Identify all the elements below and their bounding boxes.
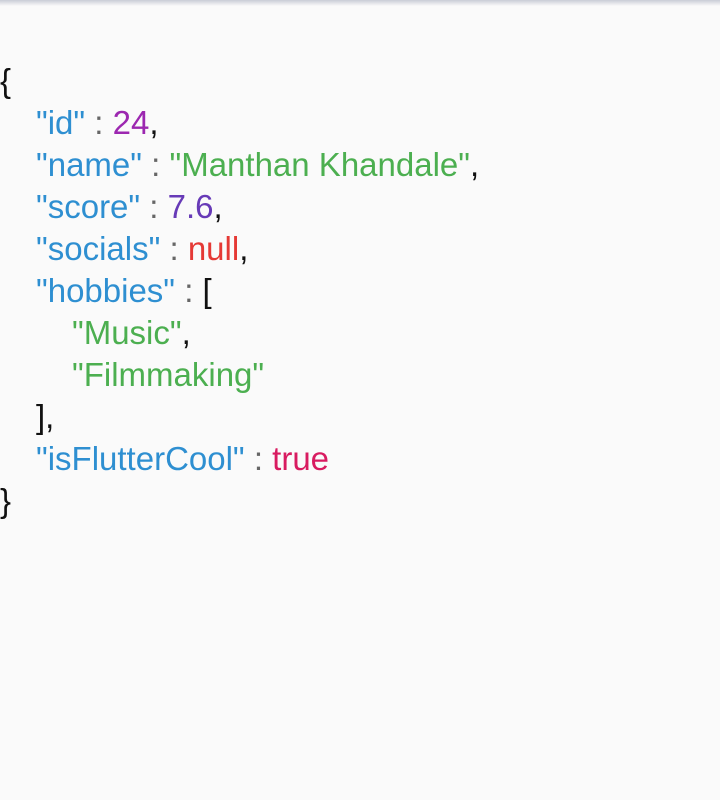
open-bracket: [ [202,272,212,309]
json-comma: , [239,230,249,267]
json-value-int: 24 [112,104,150,141]
json-value-string: "Music" [72,314,182,351]
json-comma: , [469,146,480,183]
json-key: "socials" [36,230,161,267]
json-comma: , [213,188,223,225]
json-value-bool: true [272,440,330,477]
close-bracket: ], [36,398,55,435]
json-separator: : [85,104,113,141]
json-line-open: { [0,60,720,102]
json-entry-socials: "socials" : null, [0,228,720,270]
json-array-close: ], [0,396,720,438]
json-comma: , [181,314,191,351]
json-array-item: "Filmmaking" [0,354,720,396]
json-value-null: null [187,230,240,267]
json-separator: : [160,230,188,267]
json-value-double: 7.6 [167,188,214,225]
json-separator: : [244,440,273,477]
json-entry-hobbies: "hobbies" : [ [0,270,720,312]
json-separator: : [141,146,170,183]
json-key: "id" [36,104,86,141]
json-separator: : [140,188,168,225]
json-key: "name" [36,146,142,183]
json-entry-id: "id" : 24, [0,102,720,144]
json-separator: : [175,272,203,309]
json-value-string: "Filmmaking" [72,356,265,393]
json-key: "isFlutterCool" [36,440,245,477]
json-line-close: } [0,480,720,522]
json-array-item: "Music", [0,312,720,354]
app-bar-shadow [0,0,720,6]
json-entry-isfluttercool: "isFlutterCool" : true [0,438,720,480]
json-entry-name: "name" : "Manthan Khandale", [0,144,720,186]
open-brace: { [0,62,12,99]
json-key: "score" [36,188,141,225]
json-viewer: { "id" : 24, "name" : "Manthan Khandale"… [0,60,720,522]
json-value-string: "Manthan Khandale" [169,146,470,183]
json-entry-score: "score" : 7.6, [0,186,720,228]
json-key: "hobbies" [36,272,176,309]
close-brace: } [0,482,12,519]
json-comma: , [149,104,159,141]
